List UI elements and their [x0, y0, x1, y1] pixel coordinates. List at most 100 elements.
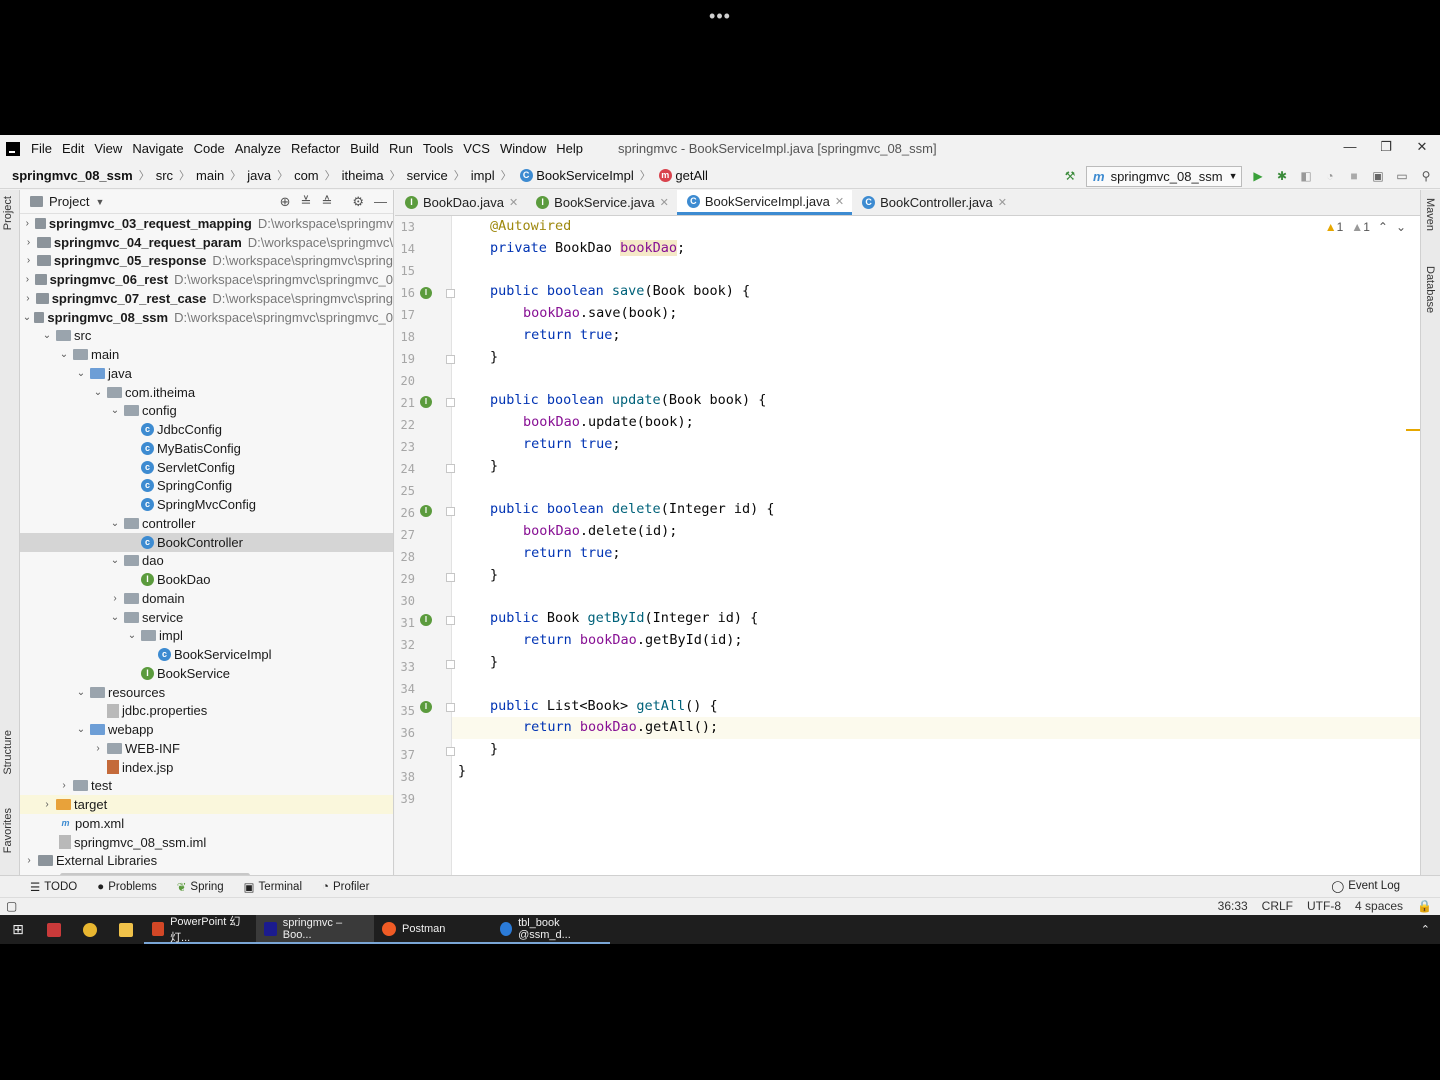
- fold-marker[interactable]: [446, 703, 455, 712]
- file-encoding[interactable]: UTF-8: [1307, 899, 1341, 913]
- expand-all-icon[interactable]: ≚: [301, 194, 312, 210]
- coverage-icon[interactable]: ◧: [1298, 168, 1314, 184]
- crumb-com[interactable]: com: [294, 168, 319, 183]
- tree-item[interactable]: jdbc.properties: [20, 702, 393, 721]
- tab-bookcontroller[interactable]: C BookController.java ✕: [852, 190, 1015, 215]
- implements-method-icon[interactable]: I: [420, 701, 432, 713]
- chevron-down-icon[interactable]: ▼: [95, 197, 104, 207]
- tree-item[interactable]: › springmvc_03_request_mapping D:\workspac…: [20, 214, 393, 233]
- file-explorer-icon[interactable]: [108, 915, 144, 944]
- menu-refactor[interactable]: Refactor: [286, 141, 345, 156]
- tree-item[interactable]: ⌄ impl: [20, 627, 393, 646]
- locate-icon[interactable]: ⊕: [280, 194, 291, 210]
- tree-item[interactable]: › springmvc_05_response D:\workspace\sprin…: [20, 252, 393, 271]
- tree-item-selected[interactable]: c BookController: [20, 532, 393, 552]
- taskbar-database[interactable]: tbl_book @ssm_d...: [492, 915, 610, 944]
- menu-tools[interactable]: Tools: [418, 141, 458, 156]
- fold-marker[interactable]: [446, 747, 455, 756]
- hide-icon[interactable]: —: [374, 194, 387, 210]
- tree-item[interactable]: ⌄ main: [20, 345, 393, 364]
- menu-run[interactable]: Run: [384, 141, 418, 156]
- fold-marker[interactable]: [446, 355, 455, 364]
- problems-tool-button[interactable]: ● Problems: [97, 881, 157, 893]
- tree-item[interactable]: c JdbcConfig: [20, 420, 393, 439]
- tab-bookservice[interactable]: I BookService.java ✕: [526, 190, 677, 215]
- taskbar-postman[interactable]: Postman: [374, 915, 492, 944]
- tree-item[interactable]: ⌄ com.itheima: [20, 383, 393, 402]
- tree-item[interactable]: c SpringConfig: [20, 477, 393, 496]
- crumb-main[interactable]: main: [196, 168, 224, 183]
- spring-tool-button[interactable]: ❦ Spring: [177, 880, 224, 894]
- menu-vcs[interactable]: VCS: [458, 141, 495, 156]
- menu-file[interactable]: File: [26, 141, 57, 156]
- database-tool-tab[interactable]: Database: [1424, 266, 1436, 313]
- tab-bookdao[interactable]: I BookDao.java ✕: [395, 190, 526, 215]
- implements-method-icon[interactable]: I: [420, 505, 432, 517]
- menu-build[interactable]: Build: [345, 141, 384, 156]
- line-separator[interactable]: CRLF: [1262, 899, 1293, 913]
- fold-marker[interactable]: [446, 289, 455, 298]
- gear-icon[interactable]: ⚙: [352, 194, 364, 210]
- maximize-button[interactable]: ❐: [1368, 135, 1404, 162]
- debug-icon[interactable]: ✱: [1274, 168, 1290, 184]
- run-config-select[interactable]: m springmvc_08_ssm ▼: [1086, 165, 1242, 187]
- event-log-button[interactable]: ◯ Event Log: [1331, 879, 1400, 893]
- tree-item[interactable]: › springmvc_07_rest_case D:\workspace\spri…: [20, 289, 393, 308]
- crumb-module[interactable]: springmvc_08_ssm: [12, 168, 133, 183]
- tree-item[interactable]: ⌄ dao: [20, 552, 393, 571]
- project-tool-tab[interactable]: Project: [2, 196, 14, 230]
- indent-setting[interactable]: 4 spaces: [1355, 899, 1403, 913]
- tree-item[interactable]: index.jsp: [20, 758, 393, 777]
- tree-item[interactable]: ⌄ resources: [20, 683, 393, 702]
- inspection-widget[interactable]: ▲1 ▲1 ⌃ ⌄: [1325, 220, 1406, 234]
- menu-help[interactable]: Help: [551, 141, 588, 156]
- terminal-tool-button[interactable]: ▣ Terminal: [244, 880, 302, 894]
- crumb-service[interactable]: service: [407, 168, 448, 183]
- tree-item[interactable]: c SpringMvcConfig: [20, 495, 393, 514]
- crumb-impl[interactable]: impl: [471, 168, 495, 183]
- toggle-tool-windows-icon[interactable]: ▢: [6, 899, 17, 913]
- windows-start-icon[interactable]: ⊞: [0, 915, 36, 944]
- tree-item[interactable]: › target: [20, 795, 393, 814]
- collapse-all-icon[interactable]: ≙: [321, 194, 332, 210]
- tree-item[interactable]: c ServletConfig: [20, 458, 393, 477]
- menu-analyze[interactable]: Analyze: [230, 141, 286, 156]
- tree-item[interactable]: I BookService: [20, 664, 393, 683]
- tab-bookserviceimpl[interactable]: C BookServiceImpl.java ✕: [676, 190, 853, 215]
- fold-marker[interactable]: [446, 616, 455, 625]
- menu-edit[interactable]: Edit: [57, 141, 89, 156]
- menu-navigate[interactable]: Navigate: [127, 141, 188, 156]
- tree-item[interactable]: ⌄ webapp: [20, 720, 393, 739]
- project-structure-icon[interactable]: ▣: [1370, 168, 1386, 184]
- tree-item[interactable]: ⌄ springmvc_08_ssm D:\workspace\springmvc\…: [20, 308, 393, 327]
- fold-marker[interactable]: [446, 573, 455, 582]
- tree-item[interactable]: › domain: [20, 589, 393, 608]
- menu-code[interactable]: Code: [189, 141, 230, 156]
- crumb-java[interactable]: java: [247, 168, 271, 183]
- profile-icon[interactable]: ◔: [1322, 168, 1338, 184]
- taskbar-intellij[interactable]: springmvc – Boo...: [256, 915, 374, 944]
- tree-item[interactable]: ⌄ java: [20, 364, 393, 383]
- stop-icon[interactable]: ■: [1346, 168, 1362, 184]
- structure-tool-tab[interactable]: Structure: [2, 730, 14, 775]
- tree-item[interactable]: springmvc_08_ssm.iml: [20, 833, 393, 852]
- run-icon[interactable]: ▶: [1250, 168, 1266, 184]
- menu-window[interactable]: Window: [495, 141, 551, 156]
- fold-marker[interactable]: [446, 507, 455, 516]
- maven-tool-tab[interactable]: Maven: [1424, 198, 1436, 231]
- caret-position[interactable]: 36:33: [1218, 899, 1248, 913]
- project-panel-title[interactable]: Project: [49, 194, 89, 209]
- tree-item[interactable]: › test: [20, 777, 393, 796]
- search-icon[interactable]: ⚲: [1418, 168, 1434, 184]
- tree-item[interactable]: › springmvc_06_rest D:\workspace\springmvc…: [20, 270, 393, 289]
- tree-item[interactable]: › springmvc_04_request_param D:\workspace\…: [20, 233, 393, 252]
- chevron-up-icon[interactable]: ⌃: [1421, 923, 1430, 936]
- scrollbar-warning-mark[interactable]: [1406, 429, 1420, 431]
- menu-view[interactable]: View: [89, 141, 127, 156]
- tree-item[interactable]: › External Libraries: [20, 852, 393, 871]
- favorites-tool-tab[interactable]: Favorites: [2, 808, 14, 853]
- crumb-itheima[interactable]: itheima: [342, 168, 384, 183]
- crumb-method[interactable]: getAll: [675, 168, 708, 183]
- code-editor[interactable]: 13 14 15 16 17 18 19 20 21 22 23 24 25 2…: [395, 216, 1420, 880]
- tree-item[interactable]: c MyBatisConfig: [20, 439, 393, 458]
